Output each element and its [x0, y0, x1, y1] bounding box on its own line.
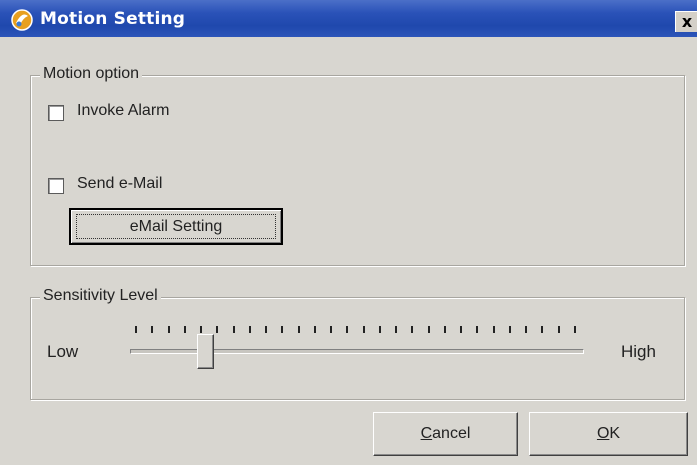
title-bar[interactable]: Motion Setting x	[0, 0, 697, 37]
slider-tick	[232, 326, 235, 333]
low-label: Low	[47, 342, 79, 361]
slider-tick	[378, 326, 381, 333]
slider-tick	[313, 326, 316, 333]
slider-tick	[183, 326, 186, 333]
cancel-label: Cancel	[374, 425, 517, 443]
motion-setting-dialog: Motion Setting x Motion option Invoke Al…	[0, 0, 697, 465]
slider-tick	[248, 326, 251, 333]
slider-tick	[281, 326, 284, 333]
invoke-alarm-label[interactable]: Invoke Alarm	[77, 102, 169, 120]
email-setting-label: eMail Setting	[129, 217, 223, 235]
slider-tick	[395, 326, 398, 333]
slider-tick	[460, 326, 463, 333]
slider-tick	[362, 326, 365, 333]
send-email-checkbox[interactable]	[48, 178, 64, 194]
invoke-alarm-checkbox[interactable]	[48, 105, 64, 121]
slider-tick	[265, 326, 268, 333]
motion-option-legend: Motion option	[40, 65, 143, 83]
slider-tick	[135, 326, 137, 333]
email-setting-button[interactable]: eMail Setting	[69, 208, 283, 245]
cancel-label-rest: ancel	[432, 425, 471, 442]
slider-tick	[557, 326, 560, 333]
sensitivity-level-legend: Sensitivity Level	[40, 287, 161, 305]
slider-tick	[508, 326, 511, 333]
slider-tick	[330, 326, 333, 333]
slider-tick	[525, 326, 528, 333]
send-email-label[interactable]: Send e-Mail	[77, 175, 162, 193]
window-title: Motion Setting	[40, 9, 186, 29]
ok-label-rest: K	[609, 425, 621, 442]
slider-tick	[492, 326, 495, 333]
slider-tick	[346, 326, 349, 333]
slider-tick	[200, 326, 203, 333]
slider-tick	[411, 326, 414, 333]
motion-app-icon	[11, 9, 33, 31]
cancel-hotkey: C	[420, 425, 433, 442]
slider-tick	[476, 326, 479, 333]
slider-tick	[297, 326, 300, 333]
sensitivity-slider-thumb[interactable]	[197, 334, 215, 369]
cancel-button[interactable]: Cancel	[373, 412, 518, 456]
close-icon[interactable]: x	[675, 11, 697, 32]
slider-tick	[216, 326, 219, 333]
high-label: High	[621, 342, 656, 361]
ok-button[interactable]: OK	[529, 412, 688, 456]
slider-tick	[151, 326, 154, 333]
slider-tick	[443, 326, 446, 333]
slider-tick	[427, 326, 430, 333]
ok-hotkey: O	[596, 425, 610, 442]
slider-tick	[167, 326, 170, 333]
slider-tick	[541, 326, 544, 333]
slider-tick	[574, 326, 576, 333]
ok-label: OK	[530, 425, 687, 443]
